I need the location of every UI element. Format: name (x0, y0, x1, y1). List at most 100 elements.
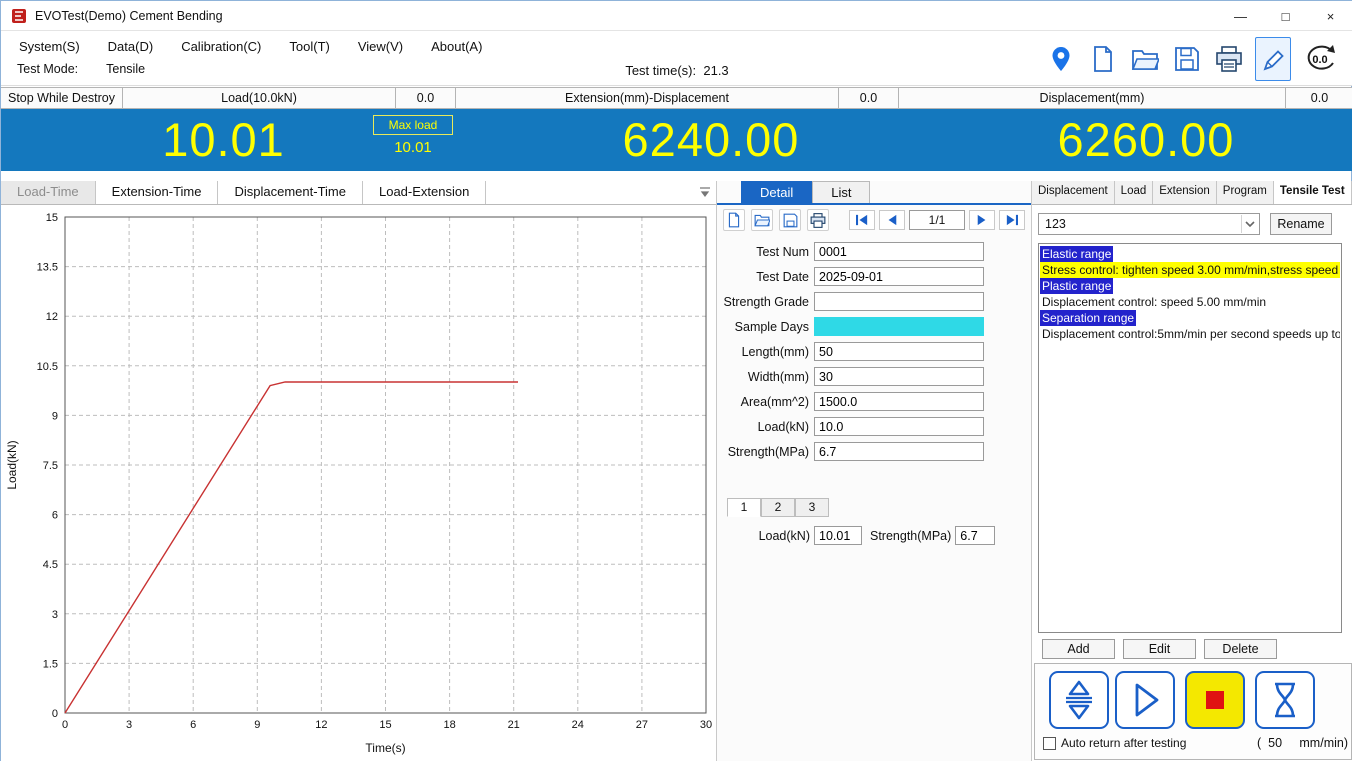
tab-tensile-test[interactable]: Tensile Test (1274, 181, 1352, 204)
play-icon (1125, 679, 1165, 721)
list-item[interactable]: Stress control: tighten speed 3.00 mm/mi… (1040, 262, 1340, 278)
tab-load-time[interactable]: Load-Time (1, 181, 96, 204)
test-num-field[interactable] (814, 242, 984, 261)
area-field[interactable] (814, 392, 984, 411)
tab-extension-time[interactable]: Extension-Time (96, 181, 219, 204)
edit-pen-button[interactable] (1255, 37, 1291, 81)
prev-record-button[interactable] (879, 210, 905, 230)
area-label: Area(mm^2) (717, 395, 814, 409)
load-field[interactable] (814, 417, 984, 436)
maximize-button[interactable]: □ (1263, 1, 1308, 31)
tab-displacement-time[interactable]: Displacement-Time (218, 181, 363, 204)
menu-system[interactable]: System(S) (5, 37, 94, 56)
svg-text:Load(kN): Load(kN) (5, 440, 19, 489)
location-pin-button[interactable] (1045, 40, 1077, 78)
test-date-field[interactable] (814, 267, 984, 286)
status-displacement-zero: 0.0 (1286, 88, 1352, 108)
status-displacement-channel: Displacement(mm) (899, 88, 1286, 108)
tab-load-extension[interactable]: Load-Extension (363, 181, 486, 204)
open-folder-icon (754, 213, 770, 227)
record-print-button[interactable] (807, 209, 829, 231)
next-record-button[interactable] (969, 210, 995, 230)
record-open-button[interactable] (751, 209, 773, 231)
tab-detail[interactable]: Detail (741, 181, 812, 203)
edit-button[interactable]: Edit (1123, 639, 1196, 659)
record-new-button[interactable] (723, 209, 745, 231)
result-strength-field[interactable] (955, 526, 995, 545)
pen-icon (1261, 45, 1285, 73)
timer-button[interactable] (1255, 671, 1315, 729)
stop-test-button[interactable] (1185, 671, 1245, 729)
tab-displacement[interactable]: Displacement (1032, 181, 1115, 204)
svg-text:10.5: 10.5 (37, 361, 58, 373)
program-panel: Displacement Load Extension Program Tens… (1031, 181, 1352, 761)
program-select-row: 123 Rename (1038, 213, 1348, 235)
tab-list[interactable]: List (812, 181, 870, 203)
chart-options-icon[interactable] (698, 185, 712, 202)
result-load-field[interactable] (814, 526, 862, 545)
stop-icon (1195, 679, 1235, 721)
svg-text:Time(s): Time(s) (365, 741, 405, 755)
list-item[interactable]: Elastic range (1040, 246, 1340, 262)
print-button[interactable] (1213, 40, 1245, 78)
first-record-button[interactable] (849, 210, 875, 230)
svg-text:27: 27 (636, 719, 648, 731)
auto-return-checkbox[interactable] (1043, 737, 1056, 750)
rename-button[interactable]: Rename (1270, 213, 1332, 235)
max-load-value: 10.01 (373, 139, 453, 156)
menu-calibration[interactable]: Calibration(C) (167, 37, 275, 56)
list-item[interactable]: Displacement control: speed 5.00 mm/min (1040, 294, 1340, 310)
tab-extension[interactable]: Extension (1153, 181, 1217, 204)
sample-tab-strip: 1 2 3 (727, 498, 829, 517)
sample-days-field[interactable] (814, 317, 984, 336)
sample-tab-1[interactable]: 1 (727, 498, 761, 517)
svg-text:9: 9 (52, 410, 58, 422)
svg-text:18: 18 (443, 719, 455, 731)
svg-text:7.5: 7.5 (43, 460, 58, 472)
start-test-button[interactable] (1115, 671, 1175, 729)
last-record-button[interactable] (999, 210, 1025, 230)
strength-grade-field[interactable] (814, 292, 984, 311)
svg-text:0: 0 (52, 708, 58, 720)
specimen-form: Test Num Test Date Strength Grade Sample… (717, 239, 1032, 464)
menu-view[interactable]: View(V) (344, 37, 417, 56)
new-file-button[interactable] (1087, 40, 1119, 78)
delete-button[interactable]: Delete (1204, 639, 1277, 659)
detail-toolbar: 1/1 (717, 205, 1031, 235)
tab-program[interactable]: Program (1217, 181, 1274, 204)
list-item[interactable]: Displacement control:5mm/min per second … (1040, 326, 1340, 342)
menu-tool[interactable]: Tool(T) (275, 37, 343, 56)
open-file-button[interactable] (1129, 40, 1161, 78)
program-combo[interactable]: 123 (1038, 213, 1260, 235)
tab-load[interactable]: Load (1115, 181, 1154, 204)
auto-zero-button[interactable]: 0.0 (1301, 39, 1341, 79)
svg-text:1.5: 1.5 (43, 658, 58, 670)
svg-text:3: 3 (126, 719, 132, 731)
auto-return-label: Auto return after testing (1061, 736, 1186, 750)
record-save-button[interactable] (779, 209, 801, 231)
menu-data[interactable]: Data(D) (94, 37, 168, 56)
sample-tab-2[interactable]: 2 (761, 498, 795, 517)
sample-tab-3[interactable]: 3 (795, 498, 829, 517)
width-field[interactable] (814, 367, 984, 386)
close-button[interactable]: × (1308, 1, 1352, 31)
add-button[interactable]: Add (1042, 639, 1115, 659)
result-strength-label: Strength(MPa) (870, 529, 955, 543)
list-item[interactable]: Separation range (1040, 310, 1340, 326)
program-steps-list[interactable]: Elastic range Stress control: tighten sp… (1038, 243, 1342, 633)
menu-about[interactable]: About(A) (417, 37, 496, 56)
jog-crosshead-button[interactable] (1049, 671, 1109, 729)
length-field[interactable] (814, 342, 984, 361)
test-date-label: Test Date (717, 270, 814, 284)
print-icon (810, 213, 826, 228)
list-item[interactable]: Plastic range (1040, 278, 1340, 294)
strength-grade-label: Strength Grade (717, 295, 814, 309)
save-button[interactable] (1171, 40, 1203, 78)
strength-field[interactable] (814, 442, 984, 461)
svg-text:15: 15 (46, 212, 58, 224)
record-navigation: 1/1 (849, 210, 1025, 230)
save-icon (1174, 46, 1200, 72)
minimize-button[interactable]: — (1218, 1, 1263, 31)
program-combo-value: 123 (1045, 217, 1066, 231)
svg-text:13.5: 13.5 (37, 262, 58, 274)
